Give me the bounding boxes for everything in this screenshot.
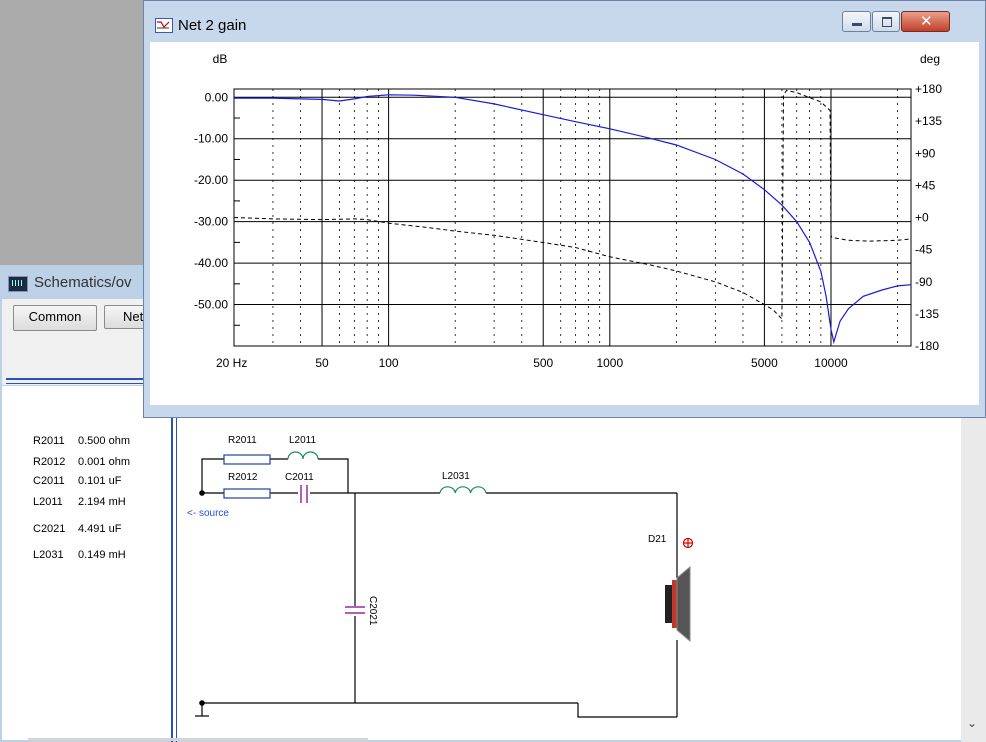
y-right-tick-label: -90 xyxy=(915,275,933,289)
inductor-l2011[interactable] xyxy=(287,451,319,460)
y-right-tick-label: -45 xyxy=(915,243,933,257)
node-dot xyxy=(199,700,205,706)
maximize-button[interactable] xyxy=(872,11,900,32)
label-d21: D21 xyxy=(648,534,667,545)
speaker-d21[interactable] xyxy=(665,565,691,643)
resistor-r2011[interactable] xyxy=(223,454,271,465)
node-dot xyxy=(199,490,205,496)
left-axis-unit: dB xyxy=(213,52,228,66)
wire xyxy=(201,458,224,493)
y-left-tick-label: -20.00 xyxy=(194,173,228,187)
probe-icon[interactable] xyxy=(682,537,694,549)
y-right-tick-label: -135 xyxy=(915,307,939,321)
gain-window: Net 2 gain ✕ dB deg 0.00 -10.00 -20.00 -30.00… xyxy=(143,0,986,418)
x-tick-label: 50 xyxy=(315,356,329,370)
x-tick-label: 100 xyxy=(379,356,399,370)
capacitor-c2021[interactable] xyxy=(345,606,365,614)
right-axis-unit: deg xyxy=(920,52,940,66)
label-l2011: L2011 xyxy=(289,435,317,446)
y-left-tick-label: 0.00 xyxy=(205,90,229,104)
close-icon: ✕ xyxy=(920,12,933,30)
gain-chart-area: dB deg 0.00 -10.00 -20.00 -30.00 -40.00 -50.00 +… xyxy=(150,42,979,405)
graph-icon xyxy=(155,18,173,33)
x-tick-label: 20 Hz xyxy=(216,356,247,370)
y-right-tick-label: +180 xyxy=(915,82,942,96)
wire xyxy=(318,458,349,493)
x-tick-label: 1000 xyxy=(596,356,623,370)
x-tick-label: 10000 xyxy=(814,356,848,370)
maximize-icon xyxy=(882,17,892,27)
y-right-tick-label: +90 xyxy=(915,146,936,160)
label-r2012: R2012 xyxy=(228,472,258,483)
y-right-tick-label: +45 xyxy=(915,178,936,192)
capacitor-c2011[interactable] xyxy=(300,485,308,503)
y-left-tick-label: -40.00 xyxy=(194,256,228,270)
minimize-icon xyxy=(852,23,862,26)
label-c2021: C2021 xyxy=(367,596,378,626)
wire xyxy=(577,703,677,718)
label-r2011: R2011 xyxy=(228,435,257,446)
resistor-r2012[interactable] xyxy=(223,488,271,499)
y-left-tick-label: -10.00 xyxy=(194,132,228,146)
close-button[interactable]: ✕ xyxy=(901,11,950,32)
y-left-tick-label: -50.00 xyxy=(194,298,228,312)
label-c2011: C2011 xyxy=(285,472,314,483)
minimize-button[interactable] xyxy=(842,11,871,32)
y-left-tick-label: -30.00 xyxy=(194,215,228,229)
y-right-tick-label: +135 xyxy=(915,114,942,128)
x-tick-label: 500 xyxy=(533,356,553,370)
label-l2031: L2031 xyxy=(442,471,470,482)
gain-chart[interactable]: dB deg 0.00 -10.00 -20.00 -30.00 -40.00 -50.00 +… xyxy=(150,42,979,405)
gain-window-title: Net 2 gain xyxy=(178,17,247,34)
source-label: <- source xyxy=(187,508,229,519)
inductor-l2031[interactable] xyxy=(439,486,487,494)
x-tick-label: 5000 xyxy=(751,356,778,370)
y-right-tick-label: -180 xyxy=(915,339,939,353)
y-right-tick-label: +0 xyxy=(915,211,929,225)
